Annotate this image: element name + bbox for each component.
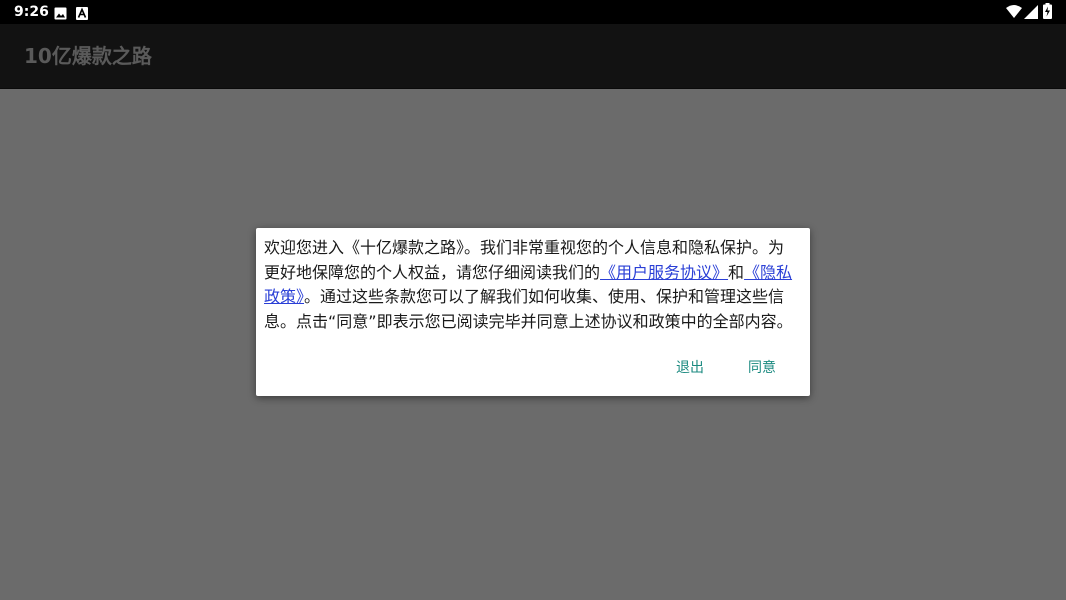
status-bar: 9:26 — [0, 0, 1066, 24]
privacy-dialog: 欢迎您进入《十亿爆款之路》。我们非常重视您的个人信息和隐私保护。为更好地保障您的… — [256, 228, 810, 396]
message-and-text: 和 — [728, 262, 745, 282]
user-agreement-link[interactable]: 《用户服务协议》 — [600, 263, 728, 282]
app-bar: 10亿爆款之路 — [0, 24, 1066, 89]
cellular-signal-icon — [1024, 4, 1038, 23]
font-icon — [76, 5, 88, 24]
battery-icon — [1043, 3, 1052, 23]
dialog-message: 欢迎您进入《十亿爆款之路》。我们非常重视您的个人信息和隐私保护。为更好地保障您的… — [264, 236, 794, 334]
app-screen: 9:26 10亿爆款之路 欢迎您进入《十亿爆款之路》。我们非常重视您的个人信息和… — [0, 0, 1066, 600]
agree-button[interactable]: 同意 — [730, 355, 794, 381]
wifi-icon — [1006, 4, 1022, 23]
message-outro-text: 。通过这些条款您可以了解我们如何收集、使用、保护和管理这些信息。点击“同意”即表… — [264, 287, 793, 331]
app-title: 10亿爆款之路 — [24, 44, 152, 68]
image-icon — [54, 5, 67, 24]
exit-button[interactable]: 退出 — [658, 355, 722, 381]
status-time: 9:26 — [14, 4, 49, 20]
dialog-actions: 退出 同意 — [658, 355, 794, 381]
